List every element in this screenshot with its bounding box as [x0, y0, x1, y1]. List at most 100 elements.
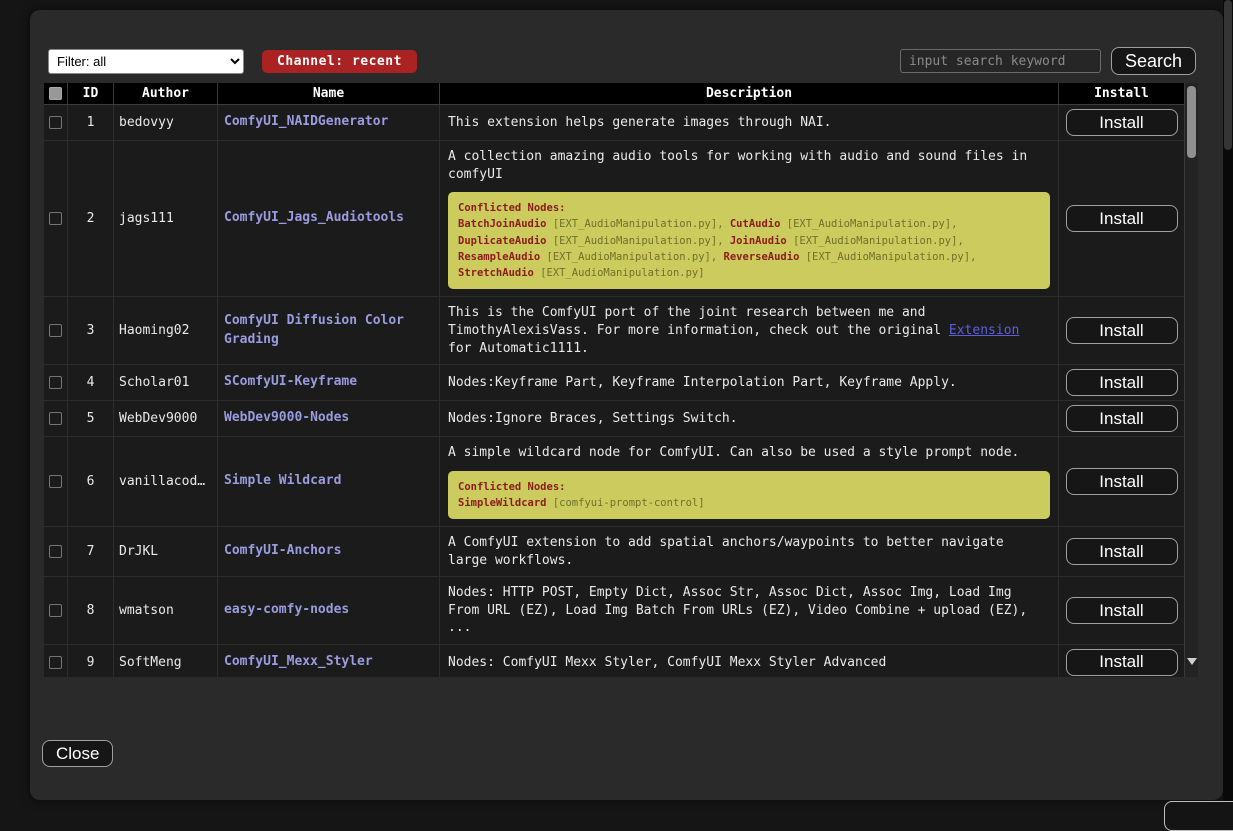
- description-text: This is the ComfyUI port of the joint re…: [448, 304, 1050, 357]
- conflict-source: [EXT_AudioManipulation.py],: [553, 218, 730, 230]
- install-cell: Install: [1059, 297, 1184, 364]
- extension-name-link[interactable]: ComfyUI_Jags_Audiotools: [224, 209, 404, 228]
- row-author: WebDev9000: [114, 401, 218, 436]
- install-button[interactable]: Install: [1066, 109, 1178, 136]
- row-checkbox-cell: [44, 401, 68, 436]
- install-cell: Install: [1059, 365, 1184, 400]
- close-button[interactable]: Close: [42, 740, 113, 767]
- description-link[interactable]: Extension: [949, 323, 1019, 338]
- description-text: Nodes: HTTP POST, Empty Dict, Assoc Str,…: [448, 584, 1050, 637]
- description-text: This extension helps generate images thr…: [448, 114, 832, 132]
- search-button[interactable]: Search: [1111, 47, 1196, 75]
- page-scrollbar-thumb[interactable]: [1224, 0, 1232, 150]
- extension-name-link[interactable]: ComfyUI Diffusion Color Grading: [224, 312, 434, 350]
- row-checkbox-cell: [44, 577, 68, 644]
- install-cell: Install: [1059, 141, 1184, 296]
- row-id: 1: [68, 105, 114, 140]
- header-author: Author: [114, 83, 218, 104]
- row-name-cell: SComfyUI-Keyframe: [218, 365, 440, 400]
- row-id: 3: [68, 297, 114, 364]
- row-name-cell: ComfyUI-Anchors: [218, 527, 440, 576]
- row-checkbox[interactable]: [49, 116, 62, 129]
- row-name-cell: ComfyUI_Mexx_Styler: [218, 645, 440, 677]
- custom-nodes-table: ID Author Name Description Install 1bedo…: [44, 83, 1198, 677]
- search-input[interactable]: [900, 49, 1101, 73]
- row-checkbox[interactable]: [49, 412, 62, 425]
- author-text: WebDev9000: [119, 411, 197, 426]
- conflict-title: Conflicted Nodes:: [458, 200, 1040, 216]
- extension-name-link[interactable]: ComfyUI-Anchors: [224, 542, 341, 561]
- row-checkbox[interactable]: [49, 324, 62, 337]
- scroll-down-arrow-icon: [1187, 658, 1197, 665]
- toolbar: Filter: all Channel: recent Search: [48, 46, 1196, 76]
- row-checkbox[interactable]: [49, 212, 62, 225]
- conflict-title: Conflicted Nodes:: [458, 479, 1040, 495]
- install-button[interactable]: Install: [1066, 369, 1178, 396]
- install-button[interactable]: Install: [1066, 317, 1178, 344]
- conflict-items: BatchJoinAudio [EXT_AudioManipulation.py…: [458, 216, 1040, 281]
- conflict-source: [EXT_AudioManipulation.py],: [547, 251, 724, 263]
- row-checkbox[interactable]: [49, 376, 62, 389]
- row-name-cell: ComfyUI_NAIDGenerator: [218, 105, 440, 140]
- extension-name-link[interactable]: easy-comfy-nodes: [224, 601, 349, 620]
- install-cell: Install: [1059, 105, 1184, 140]
- conflict-source: [EXT_AudioManipulation.py]: [540, 267, 704, 279]
- extension-name-link[interactable]: ComfyUI_NAIDGenerator: [224, 113, 388, 132]
- row-checkbox-cell: [44, 105, 68, 140]
- conflict-source: [comfyui-prompt-control]: [553, 497, 705, 509]
- row-name-cell: WebDev9000-Nodes: [218, 401, 440, 436]
- filter-select[interactable]: Filter: all: [48, 49, 244, 74]
- row-author: vanillacode314: [114, 437, 218, 526]
- row-description-cell: Nodes:Keyframe Part, Keyframe Interpolat…: [440, 365, 1059, 400]
- row-checkbox[interactable]: [49, 545, 62, 558]
- header-install: Install: [1059, 83, 1184, 104]
- table-scrollbar[interactable]: [1184, 83, 1198, 677]
- row-checkbox[interactable]: [49, 604, 62, 617]
- header-name: Name: [218, 83, 440, 104]
- extension-name-link[interactable]: ComfyUI_Mexx_Styler: [224, 653, 373, 672]
- install-cell: Install: [1059, 577, 1184, 644]
- extension-name-link[interactable]: Simple Wildcard: [224, 472, 341, 491]
- conflict-node-name: ReverseAudio: [724, 251, 800, 263]
- description-text: A ComfyUI extension to add spatial ancho…: [448, 534, 1050, 569]
- row-id: 9: [68, 645, 114, 677]
- table-row: 3Haoming02ComfyUI Diffusion Color Gradin…: [44, 297, 1184, 365]
- install-button[interactable]: Install: [1066, 405, 1178, 432]
- row-author: wmatson: [114, 577, 218, 644]
- clipped-corner-button[interactable]: [1164, 801, 1233, 831]
- install-cell: Install: [1059, 645, 1184, 677]
- table-scrollbar-thumb[interactable]: [1187, 86, 1196, 158]
- conflict-warning-box: Conflicted Nodes:SimpleWildcard [comfyui…: [448, 471, 1050, 520]
- install-button[interactable]: Install: [1066, 538, 1178, 565]
- row-id: 5: [68, 401, 114, 436]
- row-description-cell: This is the ComfyUI port of the joint re…: [440, 297, 1059, 364]
- description-text: A simple wildcard node for ComfyUI. Can …: [448, 444, 1019, 462]
- install-button[interactable]: Install: [1066, 468, 1178, 495]
- conflict-source: [EXT_AudioManipulation.py],: [793, 235, 964, 247]
- table-row: 9SoftMengComfyUI_Mexx_StylerNodes: Comfy…: [44, 645, 1184, 677]
- conflict-node-name: BatchJoinAudio: [458, 218, 547, 230]
- row-author: bedovyy: [114, 105, 218, 140]
- table-row: 8wmatsoneasy-comfy-nodesNodes: HTTP POST…: [44, 577, 1184, 645]
- row-id: 2: [68, 141, 114, 296]
- table-row: 7DrJKLComfyUI-AnchorsA ComfyUI extension…: [44, 527, 1184, 577]
- row-checkbox[interactable]: [49, 475, 62, 488]
- row-checkbox-cell: [44, 141, 68, 296]
- header-checkbox-cell: [44, 83, 68, 104]
- table-header: ID Author Name Description Install: [44, 83, 1184, 105]
- extension-name-link[interactable]: WebDev9000-Nodes: [224, 409, 349, 428]
- header-id: ID: [68, 83, 114, 104]
- channel-badge: Channel: recent: [262, 50, 417, 73]
- row-id: 4: [68, 365, 114, 400]
- page-scrollbar[interactable]: [1223, 0, 1233, 815]
- install-button[interactable]: Install: [1066, 649, 1178, 676]
- conflict-source: [EXT_AudioManipulation.py],: [787, 218, 958, 230]
- description-text: Nodes:Ignore Braces, Settings Switch.: [448, 410, 738, 428]
- row-description-cell: A simple wildcard node for ComfyUI. Can …: [440, 437, 1059, 526]
- select-all-checkbox[interactable]: [49, 87, 62, 100]
- row-checkbox[interactable]: [49, 656, 62, 669]
- install-button[interactable]: Install: [1066, 597, 1178, 624]
- extension-name-link[interactable]: SComfyUI-Keyframe: [224, 373, 357, 392]
- table-row: 6vanillacode314Simple WildcardA simple w…: [44, 437, 1184, 527]
- install-button[interactable]: Install: [1066, 205, 1178, 232]
